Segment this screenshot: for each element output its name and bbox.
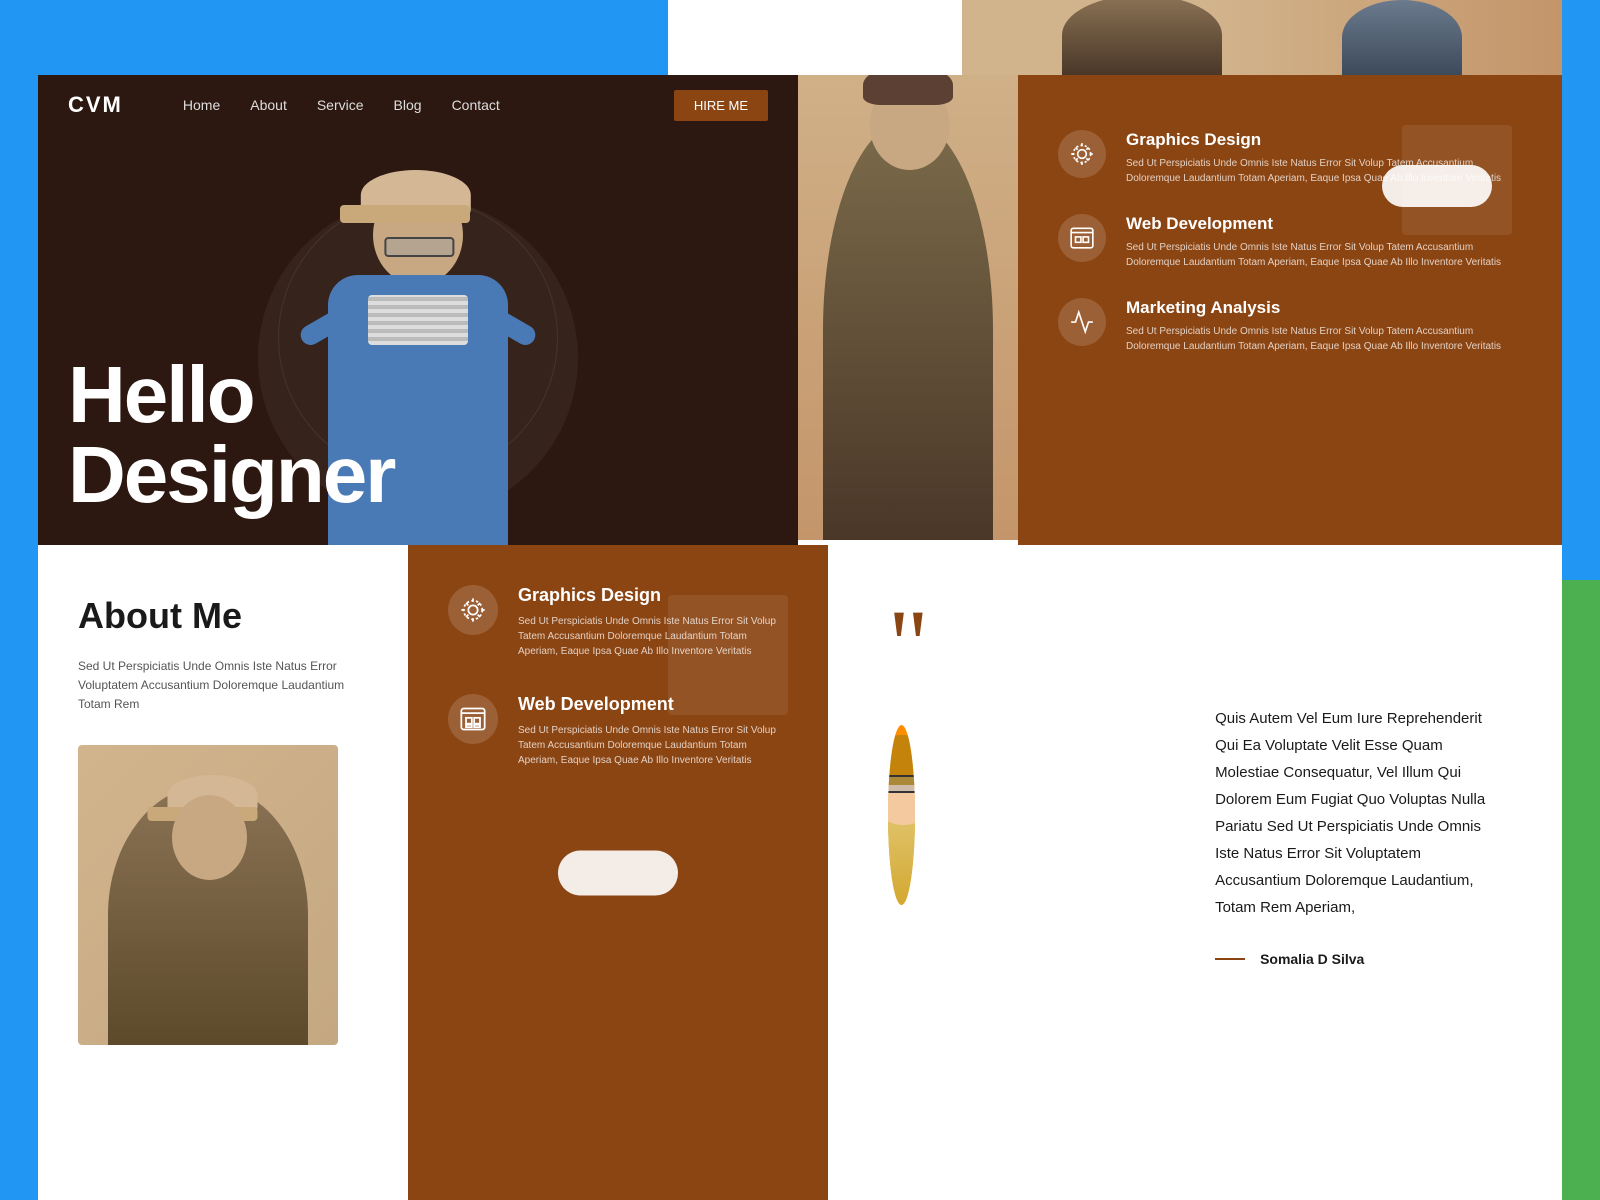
hero-title-part2: Designer bbox=[68, 430, 394, 519]
left-blue-accent bbox=[0, 0, 38, 580]
service-item-web: Web Development Sed Ut Perspiciatis Unde… bbox=[448, 694, 788, 768]
top-right-peek bbox=[668, 0, 1562, 75]
testimonial-quote-text: Quis Autem Vel Eum Iure Reprehenderit Qu… bbox=[1215, 705, 1502, 921]
service-info-graphics: Graphics Design Sed Ut Perspiciatis Unde… bbox=[518, 585, 788, 659]
nav-blog[interactable]: Blog bbox=[394, 97, 422, 113]
right-marketing-icon bbox=[1058, 298, 1106, 346]
about-section: About Me Sed Ut Perspiciatis Unde Omnis … bbox=[38, 545, 408, 1200]
top-person-peek bbox=[962, 0, 1562, 75]
right-services-pill bbox=[1382, 165, 1492, 207]
hero-text: Hello Designer bbox=[68, 355, 768, 515]
testimonial-section: " Quis Autem Vel Eum Iure Reprehenderit … bbox=[828, 545, 1562, 1200]
services-bg-pill bbox=[558, 850, 678, 895]
nav-service[interactable]: Service bbox=[317, 97, 364, 113]
hire-me-button[interactable]: HIRE ME bbox=[674, 90, 768, 121]
right-green-accent bbox=[1562, 540, 1600, 1200]
graphics-icon bbox=[448, 585, 498, 635]
about-person-image bbox=[78, 745, 338, 1045]
main-wrapper: CVM Home About Service Blog Contact HIRE… bbox=[38, 0, 1562, 1200]
left-blue-accent-bottom bbox=[0, 540, 38, 1200]
hero-title: Hello Designer bbox=[68, 355, 768, 515]
about-title: About Me bbox=[78, 595, 368, 637]
right-service-desc-web: Sed Ut Perspiciatis Unde Omnis Iste Natu… bbox=[1126, 240, 1522, 270]
right-graphics-icon bbox=[1058, 130, 1106, 178]
about-subtitle: Sed Ut Perspiciatis Unde Omnis Iste Natu… bbox=[78, 657, 368, 715]
hero-panel: CVM Home About Service Blog Contact HIRE… bbox=[38, 75, 798, 545]
right-service-info-marketing: Marketing Analysis Sed Ut Perspiciatis U… bbox=[1126, 298, 1522, 354]
service-title-graphics: Graphics Design bbox=[518, 585, 788, 606]
navigation: CVM Home About Service Blog Contact HIRE… bbox=[38, 75, 798, 135]
service-info-web: Web Development Sed Ut Perspiciatis Unde… bbox=[518, 694, 788, 768]
top-blue-bar bbox=[38, 0, 668, 75]
nav-about[interactable]: About bbox=[250, 97, 287, 113]
service-desc-web: Sed Ut Perspiciatis Unde Omnis Iste Natu… bbox=[518, 723, 788, 768]
testimonial-avatar bbox=[888, 725, 915, 905]
nav-home[interactable]: Home bbox=[183, 97, 220, 113]
site-logo: CVM bbox=[68, 92, 123, 118]
testimonial-author-line: Somalia D Silva bbox=[1215, 951, 1502, 967]
nav-contact[interactable]: Contact bbox=[452, 97, 500, 113]
hero-title-part1: Hello bbox=[68, 350, 254, 439]
right-person-figure bbox=[823, 120, 993, 540]
right-person-image-top bbox=[798, 0, 1018, 540]
service-item-graphics: Graphics Design Sed Ut Perspiciatis Unde… bbox=[448, 585, 788, 659]
services-section: Graphics Design Sed Ut Perspiciatis Unde… bbox=[408, 545, 828, 1200]
right-service-title-marketing: Marketing Analysis bbox=[1126, 298, 1522, 318]
right-service-item-marketing: Marketing Analysis Sed Ut Perspiciatis U… bbox=[1058, 298, 1522, 354]
right-web-icon bbox=[1058, 214, 1106, 262]
nav-links: Home About Service Blog Contact bbox=[183, 97, 674, 113]
testimonial-content: Quis Autem Vel Eum Iure Reprehenderit Qu… bbox=[888, 725, 1502, 967]
quote-mark: " bbox=[888, 605, 1502, 685]
service-title-web: Web Development bbox=[518, 694, 788, 715]
right-service-desc-marketing: Sed Ut Perspiciatis Unde Omnis Iste Natu… bbox=[1126, 324, 1522, 354]
right-services-panel: Graphics Design Sed Ut Perspiciatis Unde… bbox=[1018, 75, 1562, 545]
web-icon bbox=[448, 694, 498, 744]
testimonial-author-name: Somalia D Silva bbox=[1260, 951, 1364, 967]
service-desc-graphics: Sed Ut Perspiciatis Unde Omnis Iste Natu… bbox=[518, 614, 788, 659]
testimonial-text-area: Quis Autem Vel Eum Iure Reprehenderit Qu… bbox=[1215, 705, 1502, 967]
author-dash bbox=[1215, 958, 1245, 960]
right-blue-accent bbox=[1562, 0, 1600, 580]
